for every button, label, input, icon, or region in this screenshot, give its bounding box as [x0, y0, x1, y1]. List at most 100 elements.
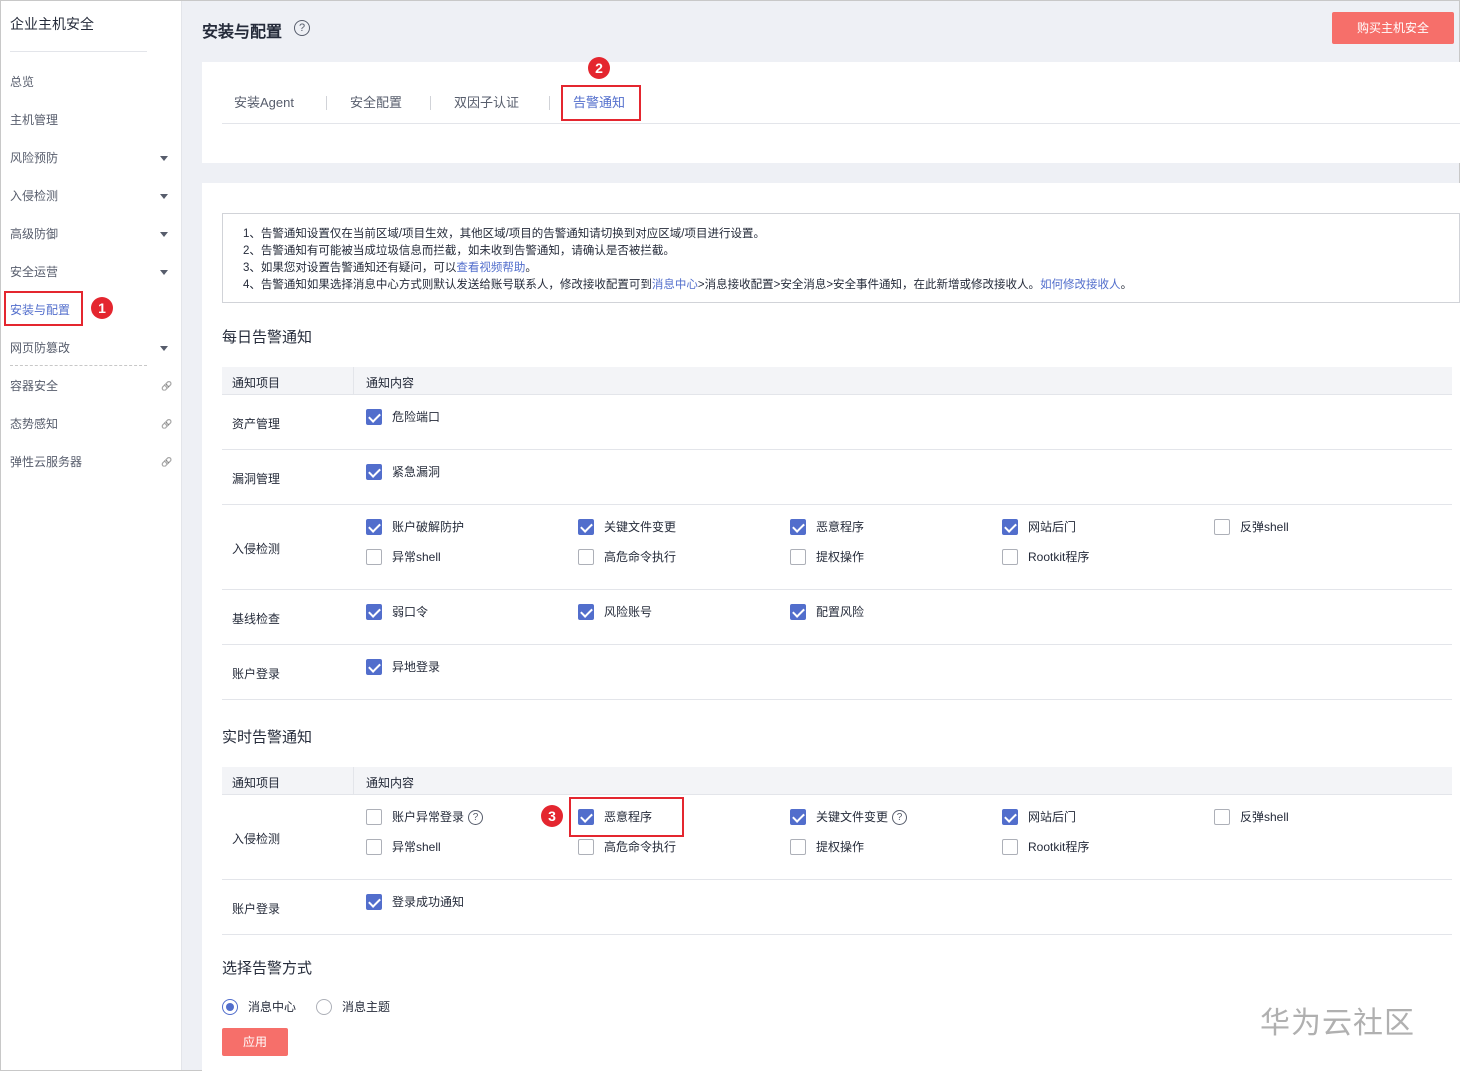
checkbox-empty-icon[interactable] — [1002, 838, 1018, 855]
checkbox-label: 恶意程序 — [816, 520, 865, 534]
checkbox-checked-icon[interactable] — [366, 658, 382, 675]
sidebar-item[interactable]: 态势感知 🔗 — [1, 412, 181, 436]
checkbox-empty-icon[interactable] — [790, 548, 806, 565]
notify-checkbox[interactable]: 网站后门 — [1002, 518, 1077, 537]
checkbox-checked-icon[interactable] — [790, 518, 806, 535]
apply-button[interactable]: 应用 — [222, 1028, 288, 1056]
tabs-panel: 安装Agent 安全配置 双因子认证 告警通知 — [202, 62, 1460, 163]
checkbox-label: 危险端口 — [392, 410, 441, 424]
table-header: 通知项目 通知内容 — [222, 767, 1452, 795]
notify-checkbox[interactable]: 关键文件变更 — [578, 518, 677, 537]
sidebar-item[interactable]: 风险预防 — [1, 146, 181, 170]
sidebar-item[interactable]: 弹性云服务器 🔗 — [1, 450, 181, 474]
notify-checkbox[interactable]: 登录成功通知 — [366, 893, 464, 912]
sidebar-item[interactable]: 总览 — [1, 70, 181, 94]
col-header-content: 通知内容 — [366, 376, 415, 390]
notify-checkbox[interactable]: 高危命令执行 — [578, 548, 676, 567]
sidebar-item[interactable]: 安全运营 — [1, 260, 181, 284]
help-icon[interactable]: ? — [294, 20, 310, 36]
modify-recipient-link[interactable]: 如何修改接收人 — [1040, 279, 1121, 291]
help-icon[interactable]: ? — [892, 810, 908, 826]
checkbox-checked-icon[interactable] — [790, 808, 806, 825]
notify-checkbox[interactable]: Rootkit程序 — [1002, 838, 1089, 857]
external-link-icon: 🔗 — [161, 381, 173, 391]
checkbox-checked-icon[interactable] — [578, 518, 594, 535]
checkbox-label: 提权操作 — [816, 550, 865, 564]
notify-checkbox[interactable]: 关键文件变更? — [790, 808, 908, 827]
checkbox-label: 账户异常登录 — [392, 810, 465, 824]
sidebar-item[interactable]: 高级防御 — [1, 222, 181, 246]
checkbox-empty-icon[interactable] — [366, 838, 382, 855]
tab-security-config[interactable]: 安全配置 — [350, 92, 402, 111]
checkbox-label: 关键文件变更 — [816, 810, 889, 824]
sidebar-item-label: 入侵检测 — [10, 189, 59, 203]
notify-checkbox[interactable]: 危险端口 — [366, 408, 441, 427]
tab-divider — [430, 96, 431, 110]
notify-checkbox[interactable]: 恶意程序 — [790, 518, 865, 537]
daily-alarm-title: 每日告警通知 — [222, 329, 313, 346]
alarm-method-radio[interactable]: 消息中心 — [222, 998, 296, 1017]
notify-checkbox[interactable]: 反弹shell — [1214, 518, 1289, 537]
sidebar-item[interactable]: 网页防篡改 — [1, 336, 181, 360]
sidebar-item-label: 安全运营 — [10, 265, 59, 279]
notice-text: >消息接收配置>安全消息>安全事件通知，在此新增或修改接收人。 — [697, 279, 1041, 291]
checkbox-label: 关键文件变更 — [604, 520, 677, 534]
sidebar-item-label: 态势感知 — [10, 417, 59, 431]
checkbox-checked-icon[interactable] — [366, 603, 382, 620]
checkbox-checked-icon[interactable] — [366, 518, 382, 535]
chevron-down-icon — [160, 270, 168, 275]
notify-checkbox[interactable]: Rootkit程序 — [1002, 548, 1089, 567]
checkbox-checked-icon[interactable] — [790, 603, 806, 620]
checkbox-label: 异常shell — [392, 550, 441, 564]
notify-checkbox[interactable]: 高危命令执行 — [578, 838, 676, 857]
notify-checkbox[interactable]: 网站后门 — [1002, 808, 1076, 827]
checkbox-empty-icon[interactable] — [366, 808, 382, 825]
help-icon[interactable]: ? — [468, 810, 484, 826]
video-help-link[interactable]: 查看视频帮助 — [456, 262, 525, 274]
notify-checkbox[interactable]: 风险账号 — [578, 603, 653, 622]
notify-checkbox[interactable]: 弱口令 — [366, 603, 428, 622]
message-center-link[interactable]: 消息中心 — [652, 279, 698, 291]
notify-checkbox[interactable]: 异常shell — [366, 548, 441, 567]
checkbox-label: 账户破解防护 — [392, 520, 465, 534]
tab-two-factor[interactable]: 双因子认证 — [454, 92, 519, 111]
notify-checkbox[interactable]: 账户异常登录? — [366, 808, 484, 827]
alarm-method-radio[interactable]: 消息主题 — [316, 998, 390, 1017]
radio-empty-icon[interactable] — [316, 998, 332, 1015]
checkbox-empty-icon[interactable] — [1214, 518, 1230, 535]
sidebar-item[interactable]: 主机管理 — [1, 108, 181, 132]
sidebar-item[interactable]: 容器安全 🔗 — [1, 374, 181, 398]
notify-checkbox[interactable]: 配置风险 — [790, 603, 864, 622]
sidebar-item-label: 风险预防 — [10, 151, 59, 165]
sidebar-item[interactable]: 入侵检测 — [1, 184, 181, 208]
checkbox-empty-icon[interactable] — [366, 548, 382, 565]
checkbox-checked-icon[interactable] — [366, 463, 382, 480]
buy-host-security-button[interactable]: 购买主机安全 — [1332, 12, 1454, 44]
tab-divider — [326, 96, 327, 110]
checkbox-checked-icon[interactable] — [1002, 808, 1018, 825]
notify-checkbox[interactable]: 紧急漏洞 — [366, 463, 440, 482]
checkbox-empty-icon[interactable] — [1002, 548, 1018, 565]
checkbox-empty-icon[interactable] — [578, 838, 594, 855]
checkbox-label: 风险账号 — [604, 605, 653, 619]
notify-checkbox[interactable]: 异地登录 — [366, 658, 440, 677]
table-row: 漏洞管理 紧急漏洞 — [222, 450, 1452, 505]
checkbox-empty-icon[interactable] — [578, 548, 594, 565]
notify-checkbox[interactable]: 提权操作 — [790, 548, 865, 567]
checkbox-checked-icon[interactable] — [366, 408, 382, 425]
checkbox-checked-icon[interactable] — [578, 603, 594, 620]
col-header-item: 通知项目 — [232, 776, 281, 790]
checkbox-checked-icon[interactable] — [366, 893, 382, 910]
col-header-content: 通知内容 — [366, 776, 415, 790]
checkbox-empty-icon[interactable] — [790, 838, 806, 855]
notify-checkbox[interactable]: 提权操作 — [790, 838, 864, 857]
tab-install-agent[interactable]: 安装Agent — [234, 92, 294, 111]
table-header: 通知项目 通知内容 — [222, 367, 1452, 395]
checkbox-empty-icon[interactable] — [1214, 808, 1230, 825]
notify-checkbox[interactable]: 异常shell — [366, 838, 441, 857]
checkbox-checked-icon[interactable] — [1002, 518, 1018, 535]
notify-checkbox[interactable]: 账户破解防护 — [366, 518, 465, 537]
radio-selected-icon[interactable] — [222, 998, 238, 1015]
notify-checkbox[interactable]: 反弹shell — [1214, 808, 1289, 827]
checkbox-label: 网站后门 — [1028, 520, 1077, 534]
